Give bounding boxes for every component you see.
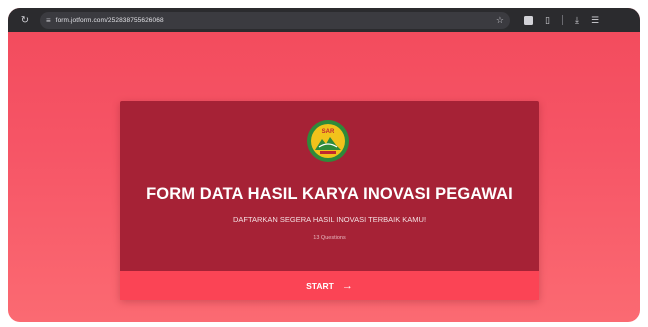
question-count: 13 Questions [313, 235, 346, 241]
toolbar-icons: ▯ ⤓ ☰ [524, 15, 599, 26]
browser-window: ↻ ≡ form.jotform.com/252838755626068 ☆ ▯… [8, 8, 640, 322]
menu-icon[interactable]: ☰ [591, 15, 599, 26]
extension-icon[interactable] [524, 15, 533, 25]
start-label: START [306, 280, 334, 291]
bookmark-star-icon[interactable]: ☆ [496, 15, 504, 26]
form-subtitle: DAFTARKAN SEGERA HASIL INOVASI TERBAIK K… [232, 215, 427, 224]
start-button[interactable]: START → [120, 271, 539, 300]
form-title: FORM DATA HASIL KARYA INOVASI PEGAWAI [146, 185, 513, 203]
logo-text: SAR [322, 129, 335, 135]
browser-toolbar: ↻ ≡ form.jotform.com/252838755626068 ☆ ▯… [8, 8, 640, 32]
reload-icon[interactable]: ↻ [16, 15, 34, 26]
toolbar-divider [561, 15, 563, 25]
site-settings-icon[interactable]: ≡ [46, 16, 51, 25]
address-bar[interactable]: ≡ form.jotform.com/252838755626068 ☆ [40, 11, 510, 29]
download-icon[interactable]: ⤓ [575, 15, 579, 26]
url-text: form.jotform.com/252838755626068 [55, 16, 164, 24]
tab-icon[interactable]: ▯ [545, 15, 550, 26]
form-welcome-card: SAR FORM DATA HASIL KARYA INOVASI PEGAWA… [120, 101, 539, 300]
arrow-right-icon: → [341, 279, 353, 292]
sar-logo: SAR [307, 120, 349, 162]
